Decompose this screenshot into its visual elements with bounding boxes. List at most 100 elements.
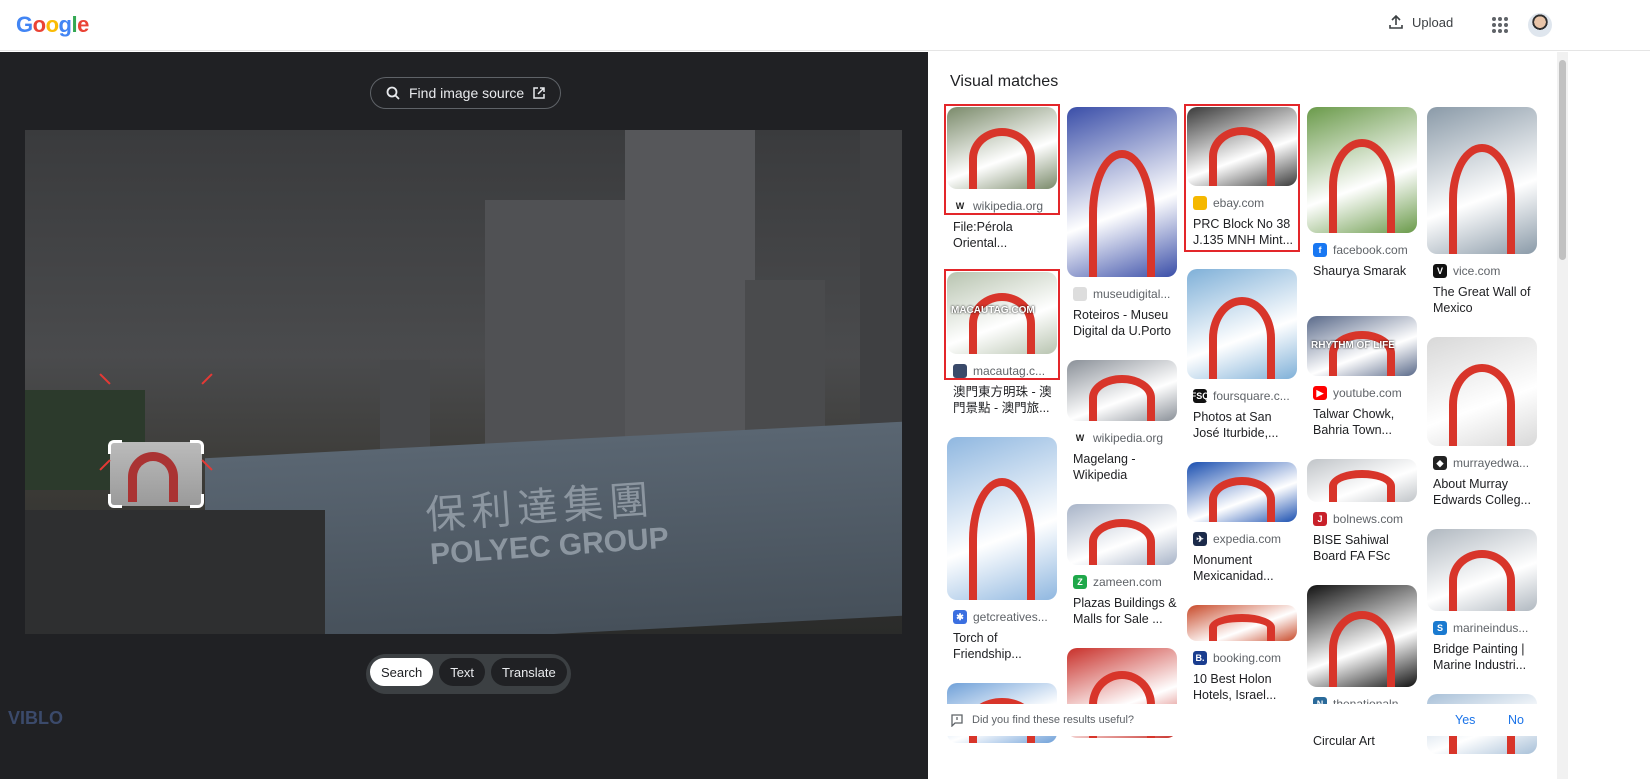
result-thumbnail[interactable]: MACAUTAG.COM [947, 272, 1057, 354]
site-favicon-icon: J [1313, 512, 1327, 526]
result-card[interactable]: B. booking.com 10 Best Holon Hotels, Israe… [1187, 605, 1297, 703]
result-title[interactable]: File:Pérola Oriental... [947, 219, 1057, 251]
result-thumbnail[interactable] [1067, 107, 1177, 277]
feedback-no[interactable]: No [1508, 713, 1524, 727]
scrollbar-thumb[interactable] [1559, 60, 1566, 260]
crop-handle[interactable] [190, 494, 204, 508]
result-card[interactable]: Vvice.com The Great Wall of Mexico [1427, 107, 1537, 316]
result-card[interactable]: museudigital... Roteiros - Museu Digital … [1067, 107, 1177, 339]
mode-translate[interactable]: Translate [491, 658, 567, 686]
result-title[interactable]: The Great Wall of Mexico [1427, 284, 1537, 316]
header: Google Upload [0, 0, 1650, 51]
result-card[interactable]: RHYTHM OF LIFE ▶ youtube.com Talwar Chowk, … [1307, 316, 1417, 438]
result-source-domain: youtube.com [1333, 386, 1402, 400]
result-source: ✱ getcreatives... [947, 609, 1057, 625]
result-title[interactable]: Magelang - Wikipedia [1067, 451, 1177, 483]
crop-handle[interactable] [108, 494, 122, 508]
crop-handle[interactable] [108, 440, 122, 454]
google-logo[interactable]: Google [16, 12, 89, 38]
result-title[interactable]: Bridge Painting | Marine Industri... [1427, 641, 1537, 673]
result-title[interactable]: About Murray Edwards Colleg... [1427, 476, 1537, 508]
result-source-domain: expedia.com [1213, 532, 1282, 546]
result-card[interactable]: f facebook.com Shaurya Smarak [1307, 107, 1417, 295]
results-column: f facebook.com Shaurya Smarak RHYTHM OF LIF… [1307, 107, 1417, 749]
result-card[interactable]: MACAUTAG.COM macautag.c... 澳門東方明珠 - 澳門景點 -… [944, 269, 1060, 416]
watermark: VIBLO [8, 708, 64, 728]
mode-search[interactable]: Search [370, 658, 434, 686]
result-card[interactable]: Wwikipedia.org Magelang - Wikipedia [1067, 360, 1177, 483]
thumbnail-overlay-text: MACAUTAG.COM [951, 304, 1035, 316]
result-thumbnail[interactable] [1187, 605, 1297, 641]
result-thumbnail[interactable] [1067, 504, 1177, 565]
result-title[interactable]: Monument Mexicanidad... [1187, 552, 1297, 584]
result-source-domain: wikipedia.org [1093, 431, 1164, 445]
result-thumbnail[interactable] [1427, 337, 1537, 446]
result-source: macautag.c... [947, 363, 1057, 379]
result-source-domain: booking.com [1213, 651, 1282, 665]
site-favicon-icon [1193, 196, 1207, 210]
site-favicon-icon: V [1433, 264, 1447, 278]
result-card[interactable]: Wwikipedia.org File:Pérola Oriental... [944, 104, 1060, 251]
result-card[interactable]: FSQ foursquare.c... Photos at San José Itu… [1187, 269, 1297, 441]
apps-grid-icon[interactable] [1492, 17, 1508, 33]
result-source: ▶ youtube.com [1307, 385, 1417, 401]
result-card[interactable]: ebay.com PRC Block No 38 J.135 MNH Mint..… [1184, 104, 1300, 252]
result-card[interactable]: Jbolnews.com BISE Sahiwal Board FA FSc 2n… [1307, 459, 1417, 564]
result-source-domain: zameen.com [1093, 575, 1162, 589]
site-favicon-icon: f [1313, 243, 1327, 257]
result-thumbnail[interactable] [1067, 360, 1177, 421]
result-thumbnail[interactable] [947, 107, 1057, 189]
find-image-source-button[interactable]: Find image source [370, 77, 562, 109]
result-source-domain: facebook.com [1333, 243, 1408, 257]
result-card[interactable]: Zzameen.com Plazas Buildings & Malls for … [1067, 504, 1177, 627]
result-source-domain: bolnews.com [1333, 512, 1404, 526]
result-thumbnail[interactable] [1427, 107, 1537, 254]
mode-text[interactable]: Text [439, 658, 486, 686]
result-card[interactable]: ✱ getcreatives... Torch of Friendship... [947, 437, 1057, 662]
result-title[interactable]: Photos at San José Iturbide,... [1187, 409, 1297, 441]
avatar[interactable] [1528, 13, 1552, 37]
result-source-domain: ebay.com [1213, 196, 1265, 210]
result-card[interactable]: ✈ expedia.com Monument Mexicanidad... [1187, 462, 1297, 584]
site-favicon-icon: ▶ [1313, 386, 1327, 400]
result-title[interactable]: Talwar Chowk, Bahria Town... [1307, 406, 1417, 438]
result-thumbnail[interactable] [1427, 529, 1537, 611]
selected-region[interactable] [110, 442, 202, 506]
result-title[interactable]: Shaurya Smarak [1307, 263, 1417, 295]
result-source-domain: getcreatives... [973, 610, 1048, 624]
result-thumbnail[interactable] [1307, 585, 1417, 687]
result-title[interactable]: BISE Sahiwal Board FA FSc 2n... [1307, 532, 1417, 564]
result-source: ebay.com [1187, 195, 1297, 211]
result-source: ◆ murrayedwa... [1427, 455, 1537, 471]
result-source: Wwikipedia.org [1067, 430, 1177, 446]
result-card[interactable]: Smarineindus... Bridge Painting | Marine … [1427, 529, 1537, 673]
site-favicon-icon: ✱ [953, 610, 967, 624]
result-title[interactable]: Roteiros - Museu Digital da U.Porto [1067, 307, 1177, 339]
result-title[interactable]: PRC Block No 38 J.135 MNH Mint... [1187, 216, 1297, 248]
result-title[interactable]: 澳門東方明珠 - 澳門景點 - 澳門旅... [947, 384, 1057, 416]
result-thumbnail[interactable] [1187, 462, 1297, 522]
result-source-domain: foursquare.c... [1213, 389, 1290, 403]
site-favicon-icon: W [953, 199, 967, 213]
result-card[interactable]: ◆ murrayedwa... About Murray Edwards Colle… [1427, 337, 1537, 508]
open-external-icon [533, 87, 545, 99]
result-title[interactable]: Torch of Friendship... [947, 630, 1057, 662]
upload-icon [1389, 14, 1403, 29]
results-scrollbar[interactable] [1557, 52, 1568, 779]
upload-button[interactable]: Upload [1388, 14, 1453, 30]
result-thumbnail[interactable] [1307, 107, 1417, 233]
result-thumbnail[interactable] [1187, 107, 1297, 186]
feedback-yes[interactable]: Yes [1455, 713, 1475, 727]
result-thumbnail[interactable] [1187, 269, 1297, 379]
result-title[interactable]: 10 Best Holon Hotels, Israel... [1187, 671, 1297, 703]
result-thumbnail[interactable] [1307, 459, 1417, 502]
result-source: B. booking.com [1187, 650, 1297, 666]
site-favicon-icon: W [1073, 431, 1087, 445]
results-column: ebay.com PRC Block No 38 J.135 MNH Mint..… [1184, 104, 1300, 703]
crop-handle[interactable] [190, 440, 204, 454]
result-title[interactable]: Plazas Buildings & Malls for Sale ... [1067, 595, 1177, 627]
site-favicon-icon: B. [1193, 651, 1207, 665]
result-thumbnail[interactable] [947, 437, 1057, 600]
result-source: Vvice.com [1427, 263, 1537, 279]
result-thumbnail[interactable]: RHYTHM OF LIFE [1307, 316, 1417, 376]
